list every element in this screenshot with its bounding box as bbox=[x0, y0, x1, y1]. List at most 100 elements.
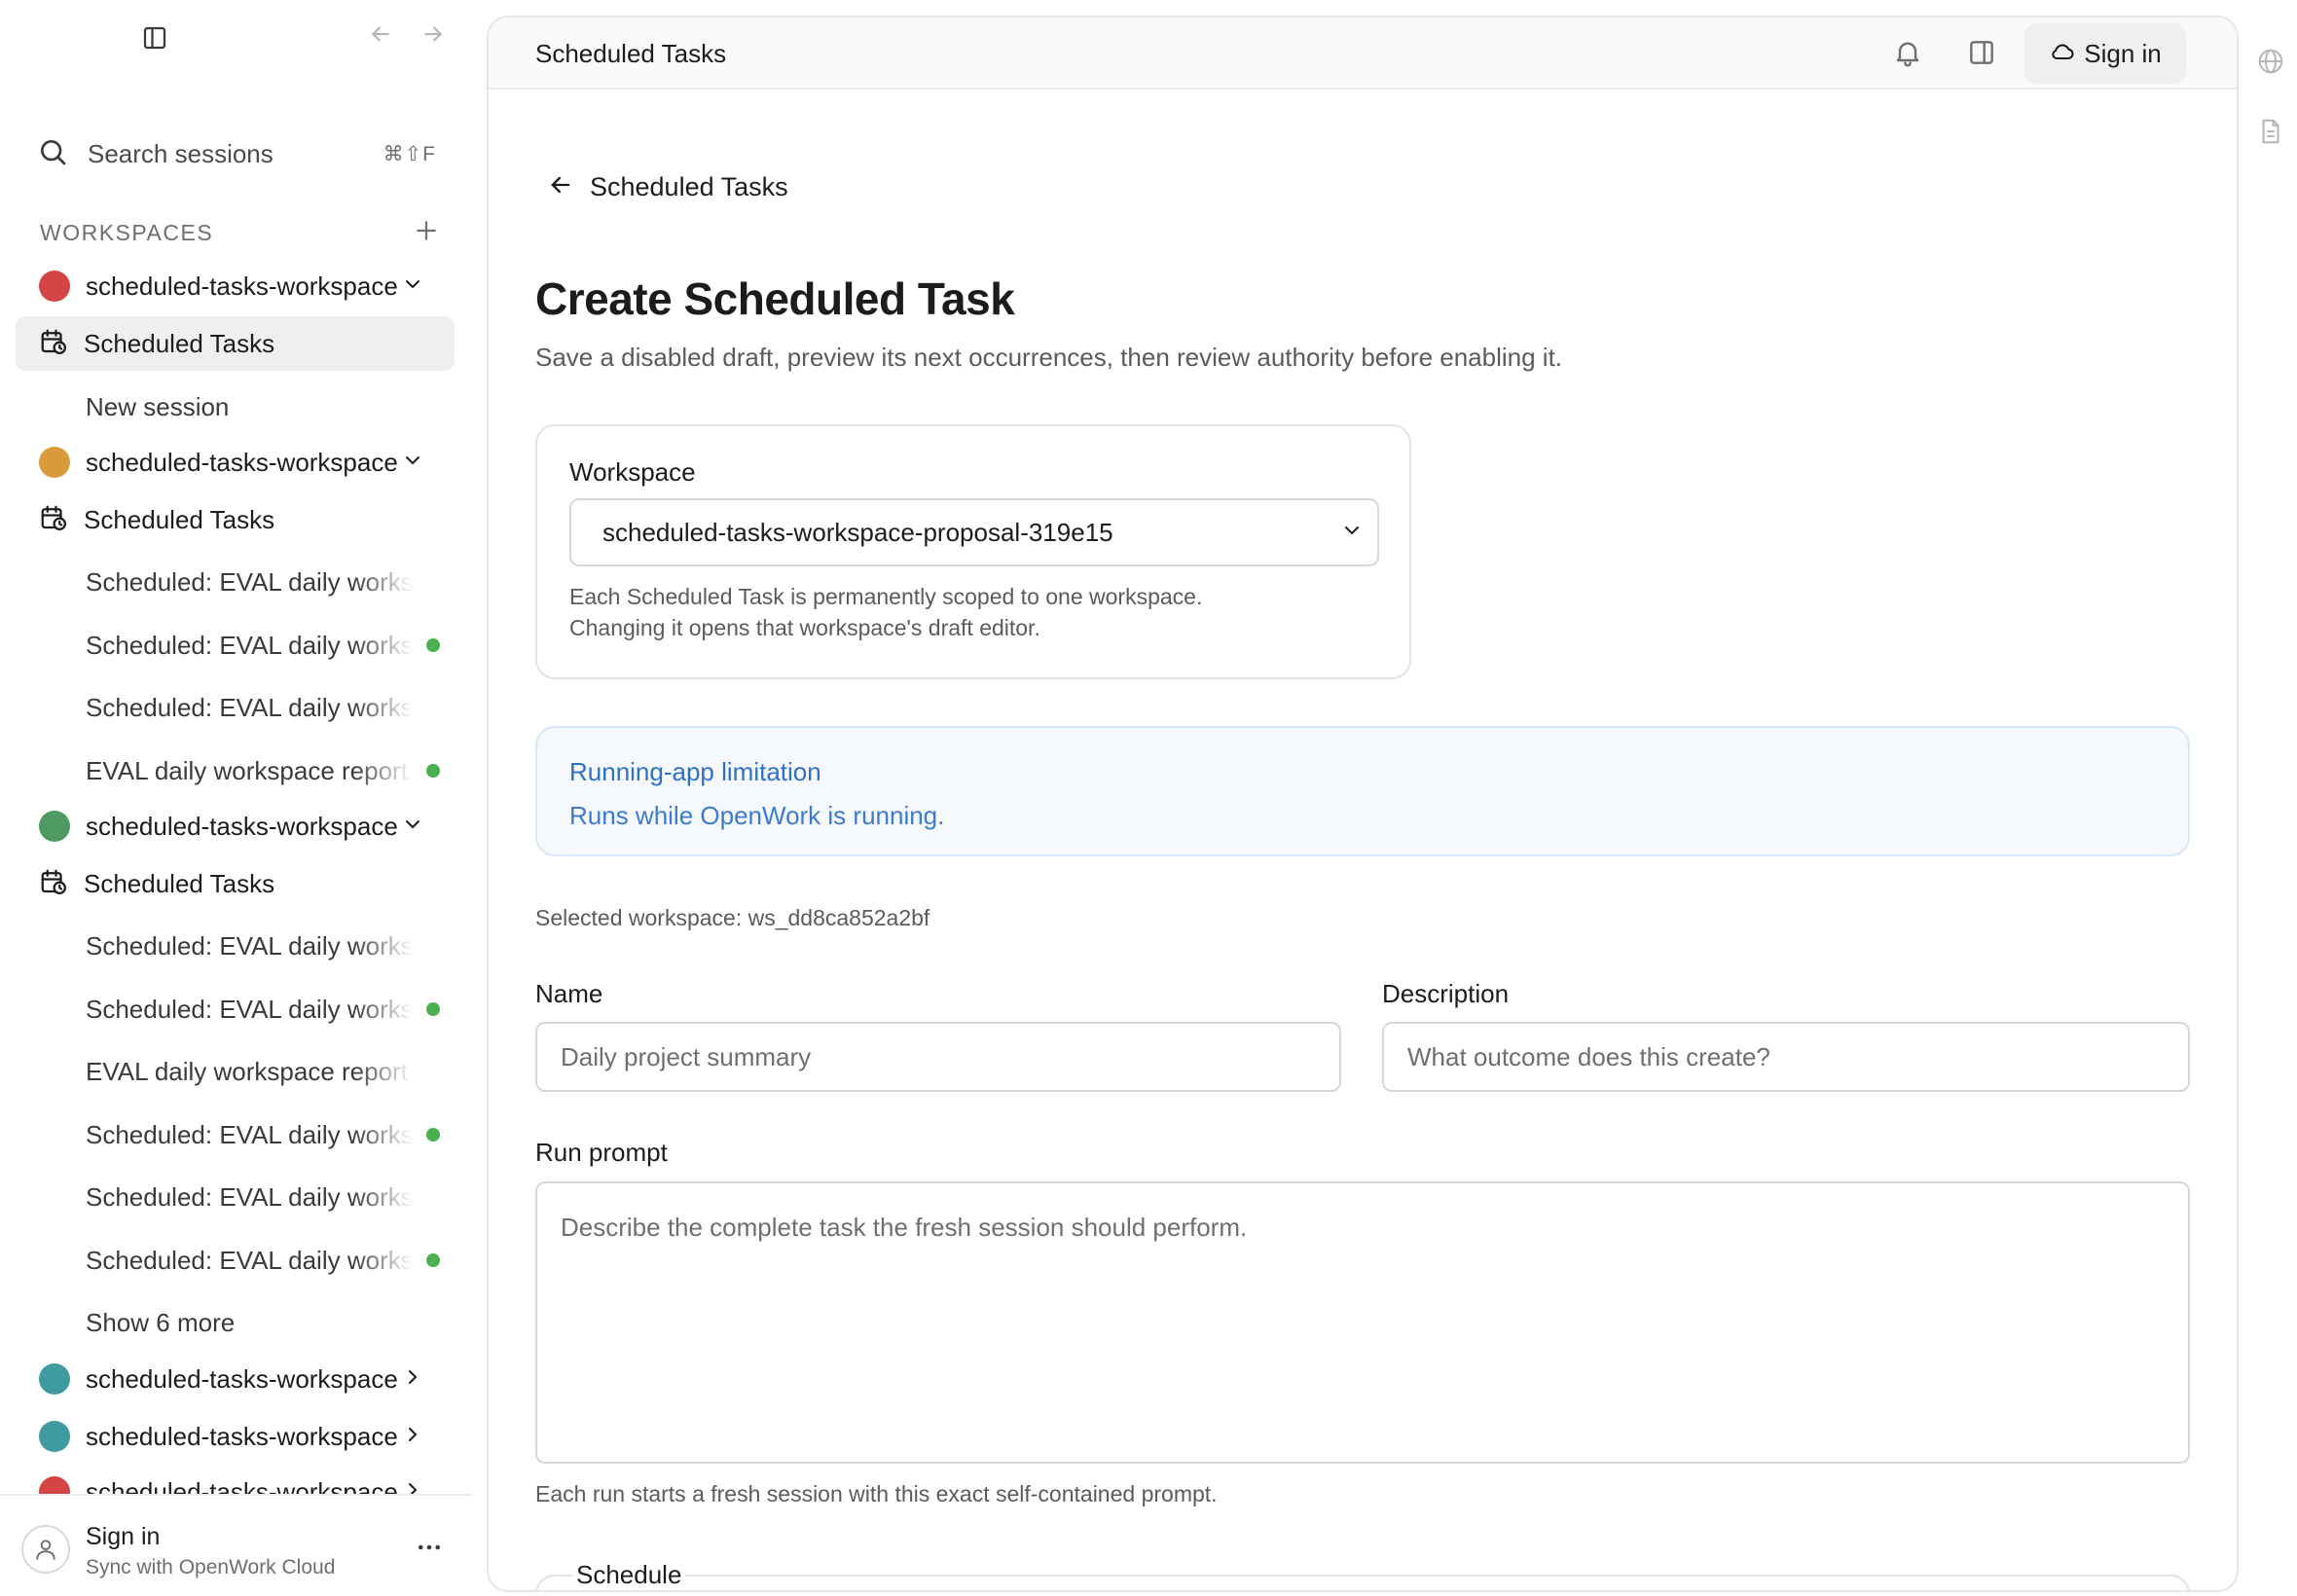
workspace-color-dot bbox=[39, 1421, 70, 1452]
show-more-link[interactable]: Show 6 more bbox=[16, 1295, 455, 1350]
new-session-label: New session bbox=[86, 391, 230, 421]
description-field[interactable]: What outcome does this create? bbox=[1382, 1022, 2190, 1092]
run-prompt-placeholder: Describe the complete task the fresh ses… bbox=[561, 1213, 1248, 1242]
back-arrow-icon[interactable] bbox=[368, 21, 393, 47]
calendar-clock-icon bbox=[39, 503, 68, 537]
description-placeholder: What outcome does this create? bbox=[1407, 1041, 1770, 1071]
search-icon bbox=[37, 136, 68, 172]
search-sessions[interactable]: Search sessions ⌘⇧F bbox=[37, 132, 436, 175]
session-label: Scheduled: EVAL daily workspace report bbox=[86, 1181, 413, 1212]
limitation-detail: Runs while OpenWork is running. bbox=[569, 801, 945, 830]
more-icon[interactable] bbox=[415, 1533, 444, 1567]
status-dot bbox=[426, 1128, 440, 1142]
session-label: Scheduled: EVAL daily workspace report bbox=[86, 1119, 413, 1149]
session-item[interactable]: Scheduled: EVAL daily workspace report bbox=[16, 618, 455, 672]
session-item[interactable]: Scheduled: EVAL daily workspace report bbox=[16, 1233, 455, 1288]
session-item[interactable]: Scheduled: EVAL daily workspace report bbox=[16, 555, 455, 609]
workspace-name: scheduled-tasks-workspace-proposal-319e1… bbox=[86, 271, 399, 301]
workspace-select-value: scheduled-tasks-workspace-proposal-319e1… bbox=[602, 517, 1113, 547]
workspace-item[interactable]: scheduled-tasks-workspace-proposal-319e1… bbox=[16, 259, 455, 313]
sign-in-label: Sign in bbox=[2084, 38, 2162, 68]
cloud-icon bbox=[2049, 38, 2076, 70]
chevron-right-icon[interactable] bbox=[401, 1423, 424, 1451]
chevron-down-icon[interactable] bbox=[401, 272, 424, 301]
workspace-name: scheduled-tasks-workspace-proposal bbox=[86, 447, 399, 477]
sidebar-item-label: Scheduled Tasks bbox=[84, 504, 275, 534]
sidebar: Search sessions ⌘⇧F WORKSPACES scheduled… bbox=[0, 0, 472, 1596]
workspace-select[interactable]: scheduled-tasks-workspace-proposal-319e1… bbox=[569, 498, 1379, 566]
workspace-item[interactable]: scheduled-tasks-workspace-proposal bbox=[16, 799, 455, 853]
workspace-help: Each Scheduled Task is permanently scope… bbox=[569, 584, 1203, 609]
run-prompt-help: Each run starts a fresh session with thi… bbox=[535, 1481, 1218, 1506]
sidebar-item-label: Scheduled Tasks bbox=[84, 328, 275, 358]
chevron-down-icon[interactable] bbox=[401, 449, 424, 477]
forward-arrow-icon[interactable] bbox=[420, 21, 446, 47]
panel-icon[interactable] bbox=[1966, 37, 1997, 73]
sidebar-item-scheduled-tasks[interactable]: Scheduled Tasks bbox=[16, 316, 455, 371]
session-item[interactable]: EVAL daily workspace report bbox=[16, 744, 455, 798]
session-label: Scheduled: EVAL daily workspace report bbox=[86, 692, 413, 722]
workspaces-label: WORKSPACES bbox=[40, 219, 214, 245]
session-label: EVAL daily workspace report bbox=[86, 755, 408, 785]
document-icon[interactable] bbox=[2256, 117, 2285, 151]
calendar-clock-icon bbox=[39, 327, 68, 361]
workspace-item[interactable]: scheduled-tasks-workspace-proposal bbox=[16, 1352, 455, 1406]
search-shortcut: ⌘⇧F bbox=[383, 142, 436, 165]
schedule-label: Schedule bbox=[572, 1560, 686, 1590]
sidebar-toggle-icon[interactable] bbox=[140, 23, 169, 53]
sidebar-footer: Sign in Sync with OpenWork Cloud bbox=[0, 1494, 472, 1596]
run-prompt-label: Run prompt bbox=[535, 1138, 668, 1167]
sidebar-item-scheduled-tasks[interactable]: Scheduled Tasks bbox=[16, 492, 455, 547]
page-title: Scheduled Tasks bbox=[535, 39, 727, 68]
workspace-color-dot bbox=[39, 271, 70, 302]
session-label: Scheduled: EVAL daily workspace report bbox=[86, 630, 413, 660]
session-item[interactable]: Scheduled: EVAL daily workspace report bbox=[16, 982, 455, 1036]
calendar-clock-icon bbox=[39, 867, 68, 901]
sign-in-button[interactable]: Sign in bbox=[2024, 23, 2186, 84]
session-item[interactable]: Scheduled: EVAL daily workspace report bbox=[16, 1170, 455, 1224]
description-label: Description bbox=[1382, 979, 1510, 1008]
add-workspace-button[interactable] bbox=[414, 218, 439, 248]
new-session-item[interactable]: New session bbox=[16, 380, 455, 434]
session-label: Scheduled: EVAL daily workspace report bbox=[86, 566, 413, 597]
run-prompt-textarea[interactable]: Describe the complete task the fresh ses… bbox=[535, 1181, 2190, 1464]
chevron-right-icon[interactable] bbox=[401, 1365, 424, 1394]
session-item[interactable]: Scheduled: EVAL daily workspace report bbox=[16, 680, 455, 735]
workspace-card: Workspace scheduled-tasks-workspace-prop… bbox=[535, 424, 1411, 679]
chevron-down-icon[interactable] bbox=[401, 813, 424, 841]
workspace-item[interactable]: scheduled-tasks-workspace-proposal bbox=[16, 1409, 455, 1464]
back-link[interactable]: Scheduled Tasks bbox=[547, 171, 788, 203]
session-label: EVAL daily workspace report bbox=[86, 1056, 408, 1086]
bell-icon[interactable] bbox=[1892, 37, 1923, 73]
back-label: Scheduled Tasks bbox=[590, 172, 788, 201]
footer-subtitle: Sync with OpenWork Cloud bbox=[86, 1556, 336, 1578]
page-subtitle: Save a disabled draft, preview its next … bbox=[535, 343, 1563, 372]
status-dot bbox=[426, 764, 440, 778]
status-dot bbox=[426, 1253, 440, 1267]
search-label: Search sessions bbox=[88, 138, 273, 168]
workspace-name: scheduled-tasks-workspace-proposal bbox=[86, 1421, 399, 1451]
show-more-label: Show 6 more bbox=[86, 1307, 236, 1337]
footer-sign-in[interactable]: Sign in bbox=[86, 1523, 160, 1551]
session-item[interactable]: Scheduled: EVAL daily workspace report bbox=[16, 1107, 455, 1162]
session-label: Scheduled: EVAL daily workspace report bbox=[86, 994, 413, 1024]
status-dot bbox=[426, 638, 440, 652]
user-icon[interactable] bbox=[21, 1525, 70, 1574]
name-label: Name bbox=[535, 979, 603, 1008]
globe-icon[interactable] bbox=[2256, 47, 2285, 81]
top-bar: Scheduled Tasks Sign in bbox=[489, 18, 2237, 90]
workspace-name: scheduled-tasks-workspace-proposal bbox=[86, 811, 399, 841]
workspace-help: Changing it opens that workspace's draft… bbox=[569, 615, 1040, 640]
workspace-color-dot bbox=[39, 811, 70, 842]
session-item[interactable]: EVAL daily workspace report bbox=[16, 1044, 455, 1099]
limitation-title: Running-app limitation bbox=[569, 757, 821, 786]
schedule-section bbox=[535, 1575, 2190, 1590]
sidebar-item-scheduled-tasks[interactable]: Scheduled Tasks bbox=[16, 856, 455, 911]
chevron-down-icon bbox=[1340, 519, 1364, 547]
session-label: Scheduled: EVAL daily workspace report bbox=[86, 930, 413, 961]
status-dot bbox=[426, 1002, 440, 1016]
session-item[interactable]: Scheduled: EVAL daily workspace report bbox=[16, 919, 455, 973]
name-field[interactable]: Daily project summary bbox=[535, 1022, 1341, 1092]
workspace-item[interactable]: scheduled-tasks-workspace-proposal bbox=[16, 435, 455, 490]
workspace-label: Workspace bbox=[569, 457, 696, 487]
